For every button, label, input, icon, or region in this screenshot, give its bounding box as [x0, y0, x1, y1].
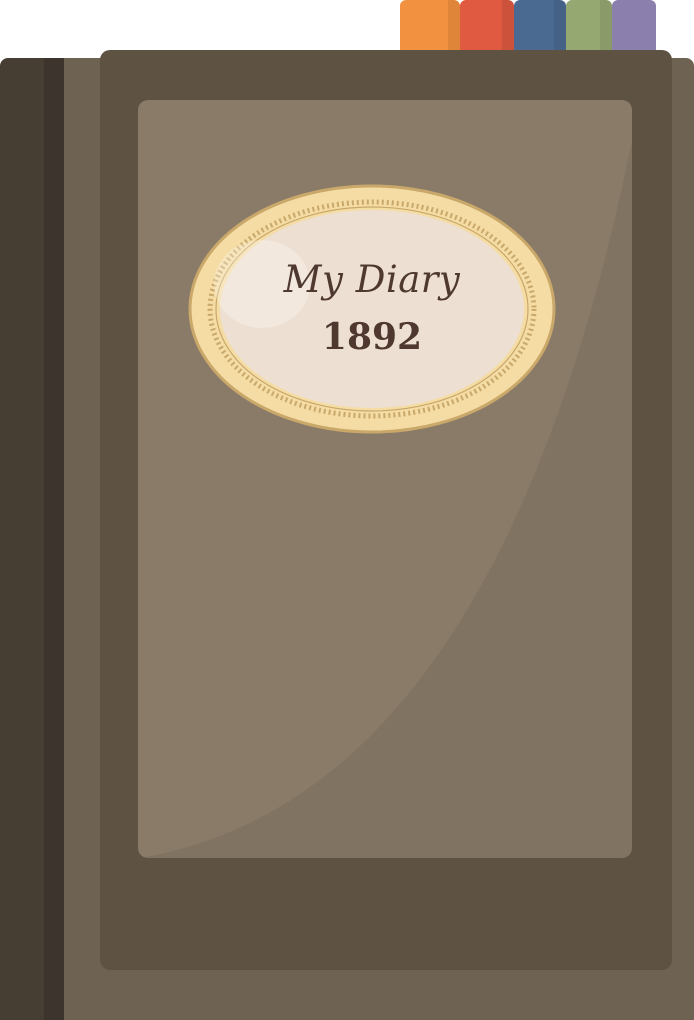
diary-title: My Diary: [283, 258, 461, 301]
diary-label: My Diary 1892: [188, 184, 556, 434]
spine-edge: [44, 58, 66, 1020]
label-text: My Diary 1892: [188, 184, 556, 434]
diary-year: 1892: [321, 316, 423, 358]
